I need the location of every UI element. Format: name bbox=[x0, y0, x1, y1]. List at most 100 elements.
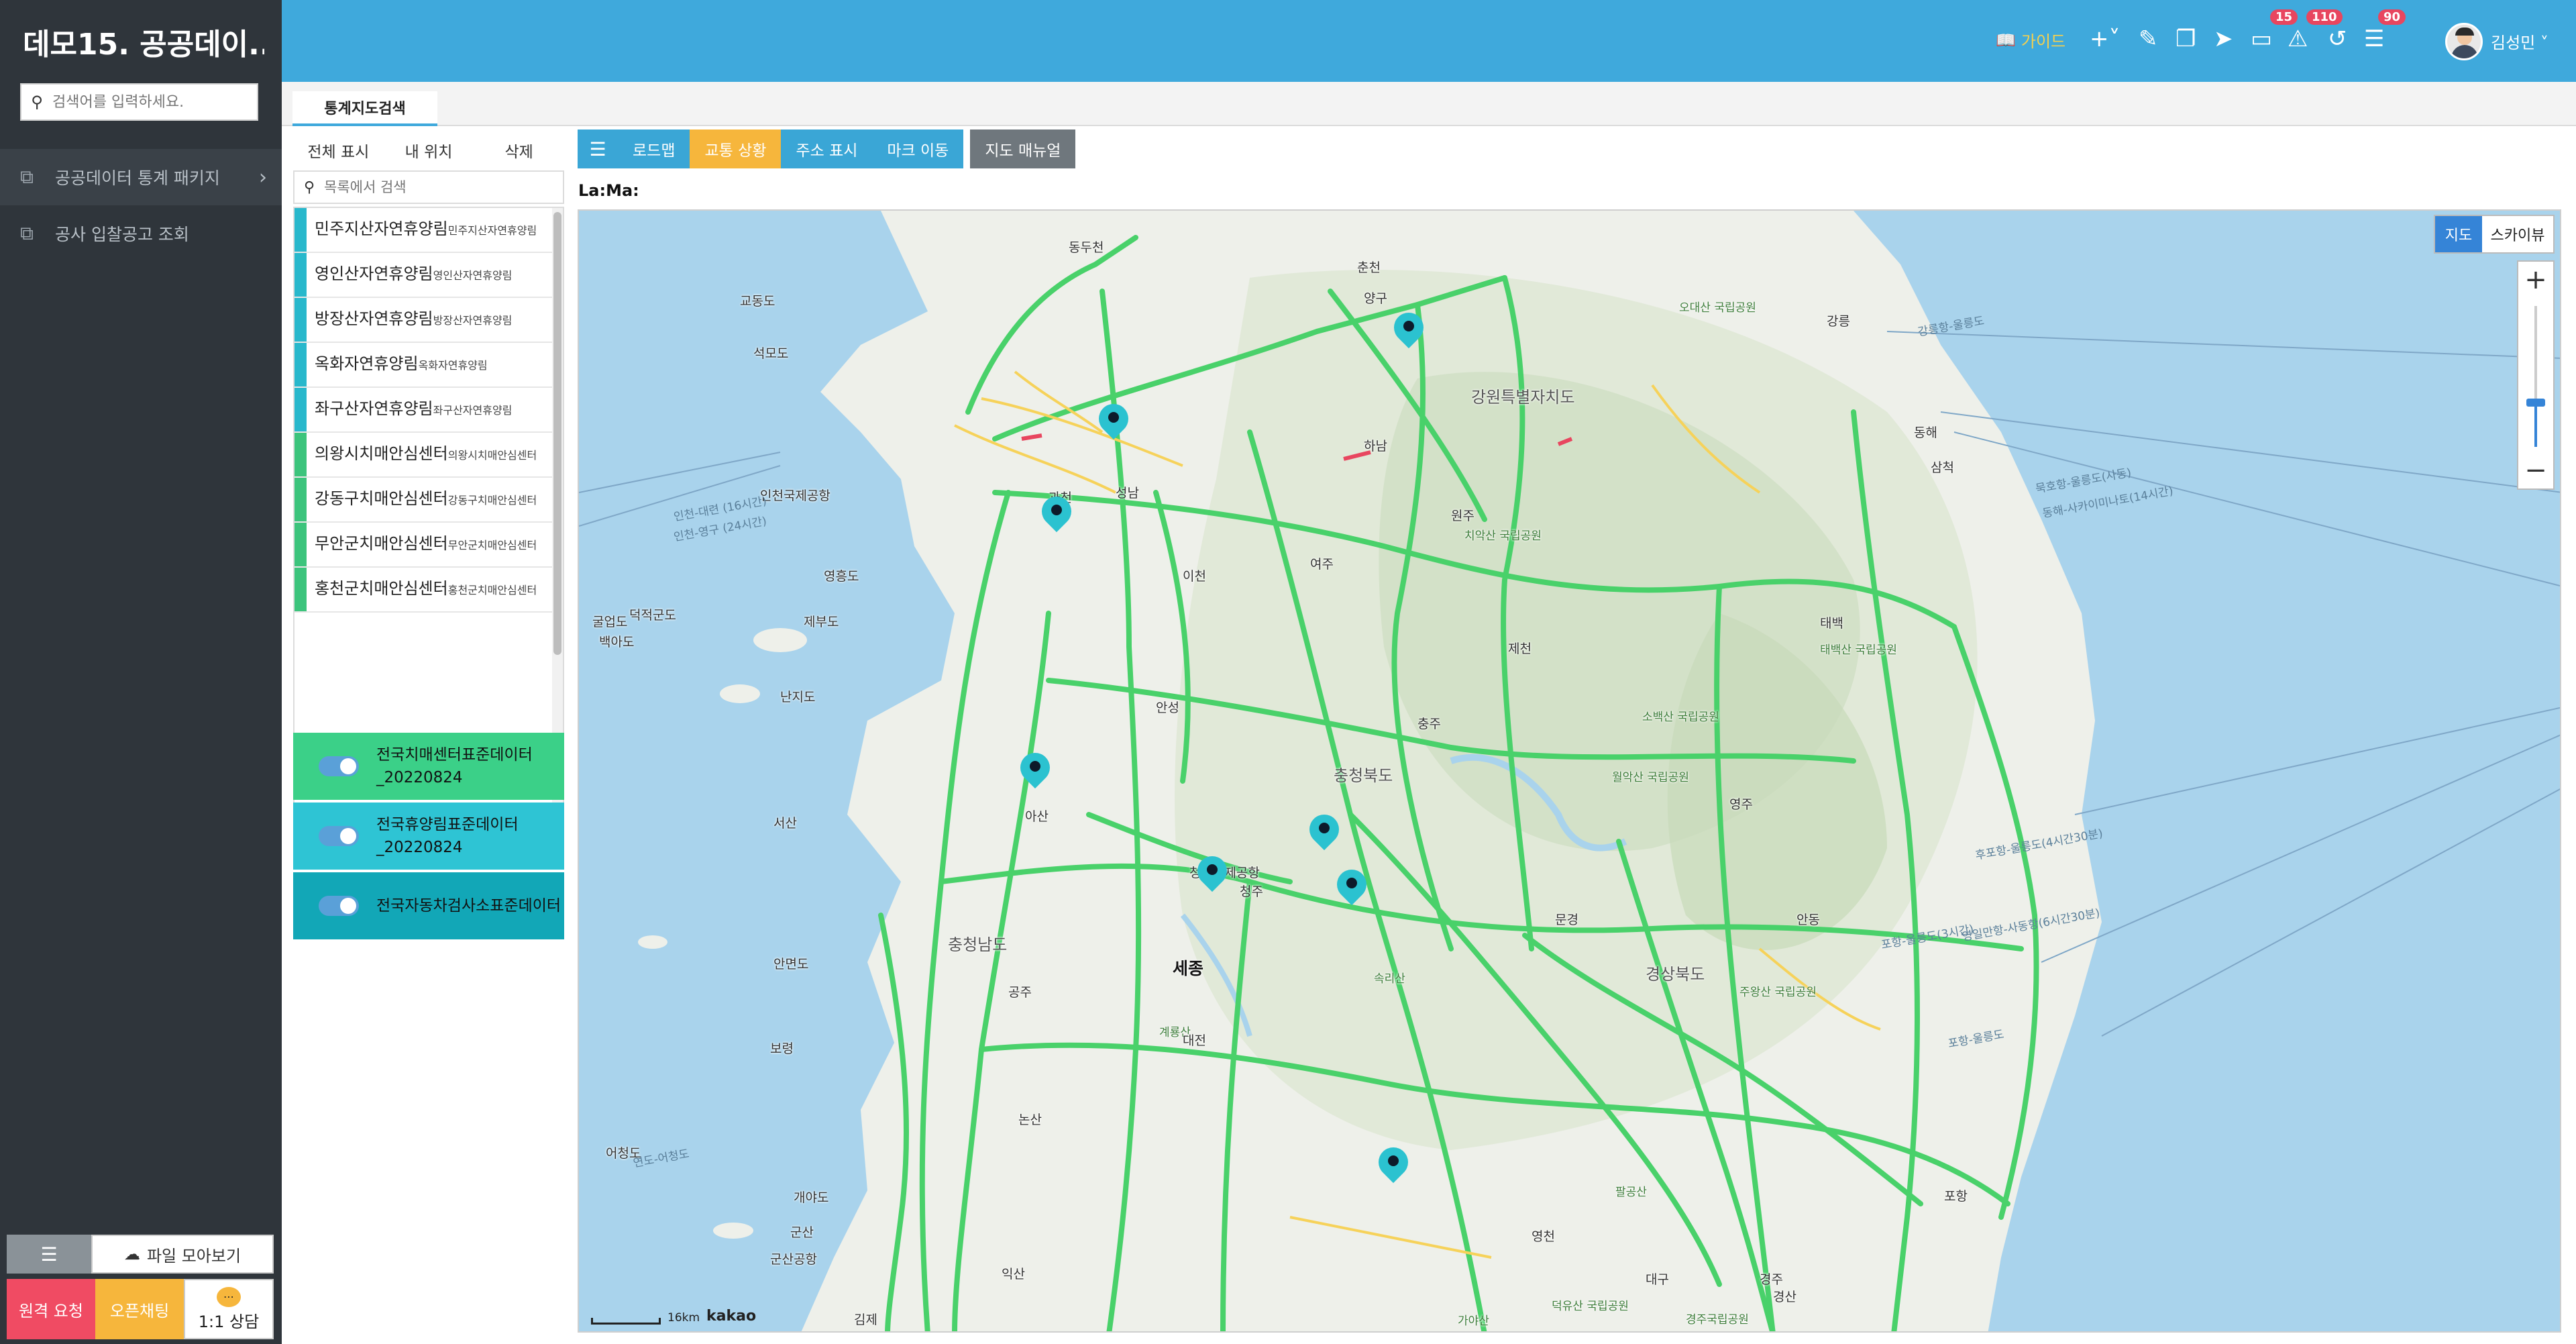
map-label: 가야산 bbox=[1458, 1314, 1489, 1328]
list-item[interactable]: 민주지산자연휴양림민주지산자연휴양림 bbox=[294, 208, 553, 253]
share-icon[interactable]: ➤ bbox=[2214, 25, 2233, 52]
list-search[interactable]: ⚲ bbox=[293, 170, 564, 204]
delete-tab[interactable]: 삭제 bbox=[474, 136, 564, 169]
zoom-slider-handle[interactable] bbox=[2526, 399, 2545, 407]
sidebar-item-public-data-stats[interactable]: ⧉ 공공데이터 통계 패키지 › bbox=[0, 149, 282, 205]
search-icon: ⚲ bbox=[303, 178, 315, 196]
traffic-button[interactable]: 교통 상황 bbox=[690, 130, 782, 168]
layer-name: 전국자동차검사소표준데이터 bbox=[376, 897, 561, 915]
list-item-name: 강동구치매안심센터 bbox=[315, 489, 448, 508]
list-item[interactable]: 의왕시치매안심센터의왕시치매안심센터 bbox=[294, 433, 553, 478]
layer-toggle[interactable] bbox=[319, 826, 359, 846]
map-label: 양구 bbox=[1364, 291, 1387, 306]
map-label: 경주 bbox=[1760, 1272, 1783, 1287]
show-all-tab[interactable]: 전체 표시 bbox=[293, 136, 384, 169]
map-view[interactable]: 동두천 춘천 양구 교동도 석모도 강릉 오대산 국립공원 강원특별자치도 강릉항-울릉도 하남 동… bbox=[578, 209, 2561, 1333]
map-label: 포항 bbox=[1944, 1189, 1968, 1204]
remote-request-button[interactable]: 원격 요청 bbox=[7, 1279, 95, 1339]
map-marker[interactable] bbox=[1372, 1141, 1415, 1186]
map-marker[interactable] bbox=[1303, 808, 1346, 854]
cloud-icon: ☁ bbox=[123, 1245, 140, 1263]
avatar[interactable] bbox=[2445, 23, 2483, 60]
guide-link[interactable]: 📖 가이드 bbox=[1996, 28, 2065, 52]
sidebar-item-label: 공공데이터 통계 패키지 bbox=[55, 168, 220, 188]
map-marker[interactable] bbox=[1035, 490, 1078, 535]
cube-icon: ⧉ bbox=[20, 222, 34, 244]
layer-row[interactable]: 전국치매센터표준데이터_20220824 bbox=[293, 733, 564, 800]
map-type-switch: 지도 스카이뷰 bbox=[2434, 215, 2555, 254]
map-menu-button[interactable]: ☰ bbox=[578, 130, 618, 168]
map-type-map-button[interactable]: 지도 bbox=[2435, 216, 2482, 252]
map-label: 오대산 국립공원 bbox=[1679, 301, 1756, 315]
sidebar: 데모15. 공공데이... ⚲ ⧉ 공공데이터 통계 패키지 › ⧉ 공사 입찰… bbox=[0, 0, 282, 1344]
file-collection-button[interactable]: ☁ 파일 모아보기 bbox=[91, 1235, 274, 1274]
list-item[interactable]: 강동구치매안심센터강동구치매안심센터 bbox=[294, 478, 553, 523]
layer-row[interactable]: 전국자동차검사소표준데이터 bbox=[293, 872, 564, 939]
map-type-skyview-button[interactable]: 스카이뷰 bbox=[2482, 216, 2553, 252]
map-label: 청주 bbox=[1240, 884, 1263, 899]
map-label: 공주 bbox=[1008, 985, 1032, 1000]
history-icon[interactable]: ↺ bbox=[2328, 25, 2347, 52]
bell-icon[interactable]: ⚠ bbox=[2288, 25, 2308, 52]
notification-badge: 110 bbox=[2306, 9, 2343, 25]
map-marker[interactable] bbox=[1191, 849, 1234, 895]
map-label: 주왕산 국립공원 bbox=[1739, 986, 1817, 999]
list-item-name: 영인산자연휴양림 bbox=[315, 264, 433, 283]
map-marker[interactable] bbox=[1092, 397, 1135, 443]
list-search-input[interactable] bbox=[324, 179, 552, 195]
map-label: 아산 bbox=[1025, 809, 1049, 824]
open-chat-button[interactable]: 오픈채팅 bbox=[95, 1279, 184, 1339]
map-label: 덕적군도 bbox=[629, 608, 676, 623]
chat-bubble-icon: ⋯ bbox=[217, 1286, 241, 1307]
copy-icon[interactable]: ❐ bbox=[2176, 25, 2196, 52]
consult-button[interactable]: ⋯ 1:1 상담 bbox=[184, 1279, 274, 1339]
map-label: 세종 bbox=[1173, 959, 1204, 978]
kakao-logo: kakao bbox=[706, 1308, 757, 1325]
list-item[interactable]: 홍천군치매안심센터홍천군치매안심센터 bbox=[294, 568, 553, 613]
sidebar-search[interactable]: ⚲ bbox=[20, 83, 258, 121]
list-icon[interactable]: ☰ bbox=[2364, 25, 2384, 52]
layer-toggle[interactable] bbox=[319, 896, 359, 916]
list-item[interactable]: 무안군치매안심센터무안군치매안심센터 bbox=[294, 523, 553, 568]
map-marker[interactable] bbox=[1014, 746, 1057, 792]
map-label: 삼척 bbox=[1931, 460, 1954, 475]
map-marker[interactable] bbox=[1330, 863, 1373, 909]
address-button[interactable]: 주소 표시 bbox=[781, 130, 873, 168]
map-manual-button[interactable]: 지도 매뉴얼 bbox=[970, 130, 1076, 168]
map-label: 석모도 bbox=[753, 346, 789, 361]
map-label: 논산 bbox=[1018, 1113, 1042, 1127]
sidebar-item-bid-notice[interactable]: ⧉ 공사 입찰공고 조회 bbox=[0, 205, 282, 262]
tab-stats-map[interactable]: 통계지도검색 bbox=[292, 91, 437, 126]
map-label: 태백 bbox=[1820, 616, 1843, 631]
layer-name: 전국휴양림표준데이터_20220824 bbox=[376, 816, 519, 856]
list-item-name: 방장산자연휴양림 bbox=[315, 309, 433, 328]
list-item[interactable]: 영인산자연휴양림영인산자연휴양림 bbox=[294, 253, 553, 298]
layer-toggle[interactable] bbox=[319, 756, 359, 776]
list-item[interactable]: 옥화자연휴양림옥화자연휴양림 bbox=[294, 343, 553, 388]
move-mark-button[interactable]: 마크 이동 bbox=[872, 130, 964, 168]
zoom-out-button[interactable]: − bbox=[2518, 452, 2553, 488]
map-marker[interactable] bbox=[1387, 306, 1430, 352]
map-label: 동두천 bbox=[1069, 240, 1104, 255]
list-item[interactable]: 좌구산자연휴양림좌구산자연휴양림 bbox=[294, 388, 553, 433]
list-item[interactable]: 방장산자연휴양림방장산자연휴양림 bbox=[294, 298, 553, 343]
zoom-in-button[interactable]: + bbox=[2518, 262, 2553, 298]
sidebar-search-input[interactable] bbox=[52, 93, 247, 111]
list-toggle-button[interactable]: ☰ bbox=[7, 1235, 91, 1274]
map-label: 강원특별자치도 bbox=[1471, 388, 1575, 407]
list-item-name: 홍천군치매안심센터 bbox=[315, 579, 448, 598]
edit-icon[interactable]: ✎ bbox=[2139, 25, 2158, 52]
add-icon[interactable]: +˅ bbox=[2090, 25, 2121, 52]
map-label: 제부도 bbox=[804, 615, 839, 629]
map-label: 강릉 bbox=[1827, 314, 1850, 329]
inbox-icon[interactable]: ▭ bbox=[2251, 25, 2272, 52]
my-location-tab[interactable]: 내 위치 bbox=[384, 136, 474, 169]
roadmap-button[interactable]: 로드맵 bbox=[618, 130, 690, 168]
list-item-name: 좌구산자연휴양림 bbox=[315, 399, 433, 418]
list-item-sub: 옥화자연휴양림 bbox=[418, 359, 488, 372]
map-label: 김제 bbox=[854, 1312, 877, 1327]
map-label: 팔공산 bbox=[1615, 1186, 1647, 1199]
layer-row[interactable]: 전국휴양림표준데이터_20220824 bbox=[293, 803, 564, 870]
list-item-name: 무안군치매안심센터 bbox=[315, 534, 448, 553]
username[interactable]: 김성민 ˅ bbox=[2491, 30, 2548, 53]
